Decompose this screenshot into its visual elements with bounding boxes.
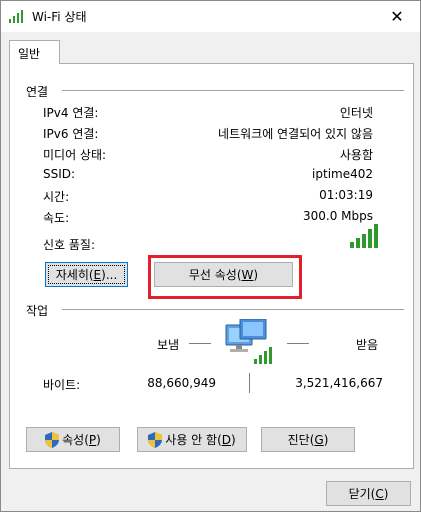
close-icon: ✕ <box>390 7 404 26</box>
received-line <box>287 343 309 344</box>
sent-line <box>189 343 211 344</box>
network-computers-icon <box>225 319 272 364</box>
diagnose-button-label: 진단(G) <box>287 433 329 447</box>
details-button[interactable]: 자세히(E)... <box>45 262 128 287</box>
ipv6-value: 네트워크에 연결되어 있지 않음 <box>218 127 373 141</box>
activity-heading: 작업 <box>26 304 49 318</box>
close-button[interactable]: 닫기(C) <box>326 481 411 506</box>
highlight-frame <box>148 255 302 299</box>
shield-icon <box>45 431 60 448</box>
window-title: Wi-Fi 상태 <box>32 10 87 24</box>
title-bar: Wi-Fi 상태 ✕ <box>1 1 420 32</box>
ipv4-label: IPv4 연결: <box>43 106 99 120</box>
bytes-divider <box>249 373 250 393</box>
wifi-signal-icon <box>9 10 23 23</box>
speed-label: 속도: <box>43 211 70 225</box>
bytes-received-value: 3,521,416,667 <box>295 376 383 390</box>
media-state-value: 사용함 <box>339 148 373 162</box>
speed-value: 300.0 Mbps <box>302 209 373 223</box>
shield-icon <box>148 431 163 448</box>
details-focus-ring <box>48 265 125 284</box>
ssid-value: iptime402 <box>312 167 373 181</box>
ssid-label: SSID: <box>43 167 76 181</box>
bytes-label: 바이트: <box>43 378 81 392</box>
close-button-label: 닫기(C) <box>348 487 389 501</box>
close-window-button[interactable]: ✕ <box>374 1 420 32</box>
bytes-sent-value: 88,660,949 <box>147 376 216 390</box>
connection-heading: 연결 <box>26 85 49 99</box>
activity-divider <box>62 309 404 310</box>
tab-general[interactable]: 일반 <box>9 40 60 64</box>
duration-value: 01:03:19 <box>319 188 373 202</box>
connection-divider <box>62 90 404 91</box>
media-state-label: 미디어 상태: <box>43 148 107 162</box>
disable-button[interactable]: 사용 안 함(D) <box>137 427 247 452</box>
ipv4-value: 인터넷 <box>339 106 373 120</box>
wifi-status-window: Wi-Fi 상태 ✕ 일반 연결 IPv4 연결: 인터넷 IPv6 연결: 네… <box>0 0 421 512</box>
properties-button-label: 속성(P) <box>62 433 101 447</box>
properties-button[interactable]: 속성(P) <box>26 427 120 452</box>
signal-quality-label: 신호 품질: <box>43 238 96 252</box>
tab-general-label: 일반 <box>18 47 41 61</box>
duration-label: 시간: <box>43 190 70 204</box>
sent-label: 보냄 <box>157 338 180 352</box>
disable-button-label: 사용 안 함(D) <box>165 433 236 447</box>
received-label: 받음 <box>356 338 379 352</box>
signal-strength-icon <box>350 224 378 248</box>
ipv6-label: IPv6 연결: <box>43 127 99 141</box>
diagnose-button[interactable]: 진단(G) <box>261 427 355 452</box>
